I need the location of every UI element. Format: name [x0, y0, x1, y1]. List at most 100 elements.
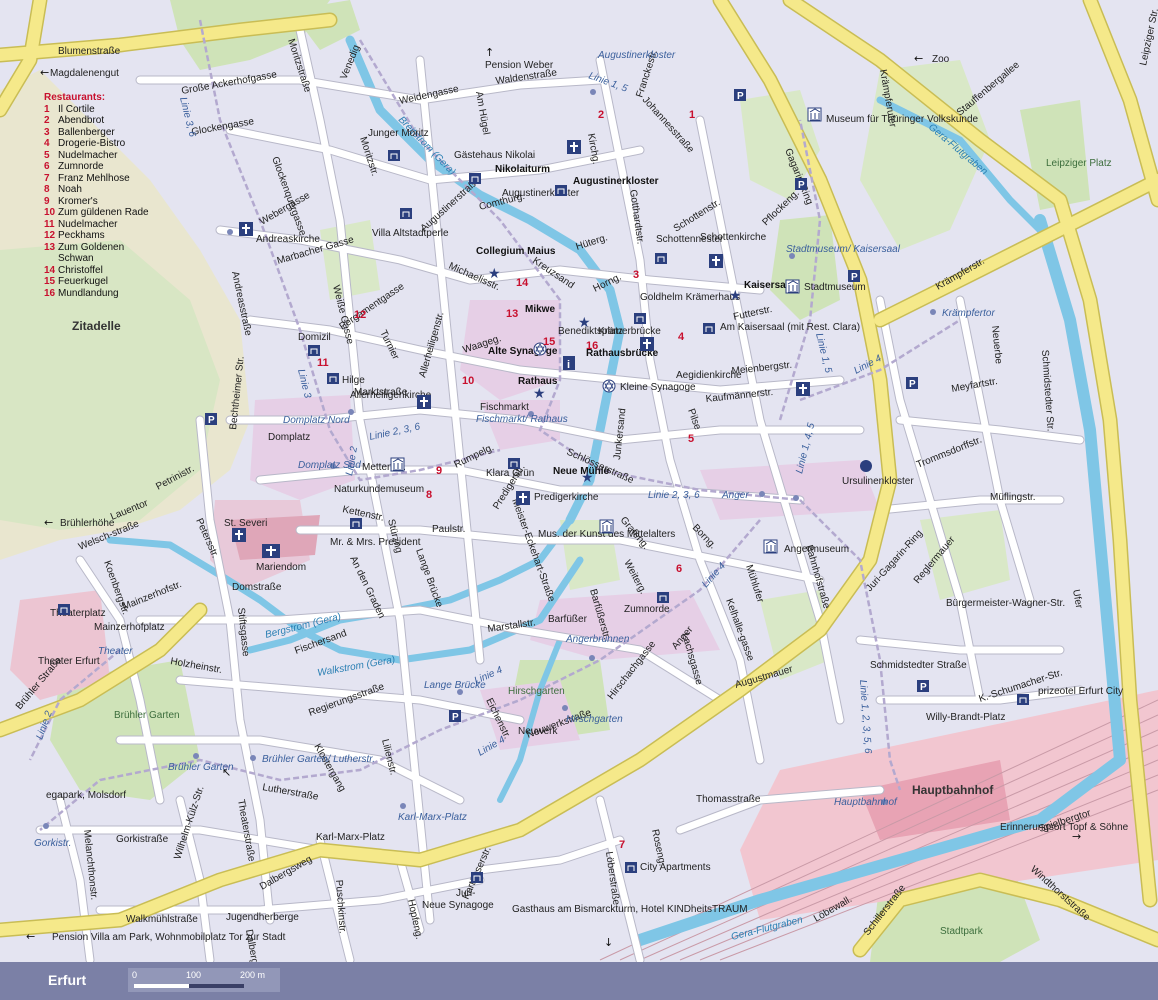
- church-icon[interactable]: [262, 544, 280, 558]
- parking-icon[interactable]: P: [848, 270, 860, 283]
- church-icon[interactable]: [709, 254, 723, 268]
- church-icon[interactable]: [417, 395, 431, 409]
- poi-label: Hirschgarten: [566, 714, 623, 725]
- restaurant-marker[interactable]: 11: [317, 357, 329, 369]
- svg-text:P: P: [851, 272, 858, 283]
- parking-icon[interactable]: P: [917, 680, 929, 693]
- restaurant-marker[interactable]: 4: [678, 331, 685, 343]
- church-icon[interactable]: [516, 491, 530, 505]
- hotel-icon[interactable]: [58, 604, 70, 615]
- parking-icon[interactable]: P: [906, 377, 918, 390]
- hotel-icon[interactable]: [350, 518, 362, 529]
- hotel-icon[interactable]: [703, 323, 715, 334]
- restaurant-marker[interactable]: 3: [633, 269, 639, 281]
- svg-text:★: ★: [581, 470, 594, 486]
- poi-label: Magdalenengut: [50, 68, 119, 79]
- poi-label: Fischmarkt: [480, 402, 529, 413]
- poi-label: Angermuseum: [784, 544, 849, 555]
- legend-item: 8 Noah: [44, 184, 82, 195]
- svg-text:←: ←: [914, 52, 923, 65]
- svg-text:P: P: [909, 379, 916, 390]
- restaurant-marker[interactable]: 5: [688, 433, 694, 445]
- hotel-icon[interactable]: [655, 253, 667, 264]
- poi-label: Gasthaus am Bismarckturm, Hotel KINDheit…: [512, 904, 748, 915]
- church-icon[interactable]: [567, 140, 581, 154]
- hotel-icon[interactable]: [327, 373, 339, 384]
- restaurant-marker[interactable]: 15: [543, 336, 555, 348]
- poi-label: Krämerbrücke: [598, 326, 661, 337]
- hotel-icon[interactable]: [634, 313, 646, 324]
- poi-label: Hirschgarten: [508, 686, 565, 697]
- synagogue-icon[interactable]: [602, 379, 616, 393]
- poi-label: Nikolaiturm: [495, 164, 550, 175]
- legend-item: 5 Nudelmacher: [44, 149, 118, 161]
- parking-icon[interactable]: P: [205, 413, 217, 426]
- restaurant-marker[interactable]: 2: [598, 109, 604, 121]
- restaurant-marker[interactable]: 6: [676, 563, 682, 575]
- poi-label: Am Kaisersaal (mit Rest. Clara): [720, 322, 860, 333]
- street-label: Paulstr.: [432, 524, 465, 535]
- restaurant-marker[interactable]: 14: [516, 277, 529, 289]
- svg-text:P: P: [737, 91, 744, 102]
- legend-header: Restaurants:: [44, 92, 106, 103]
- legend-item: 12 Peckhams: [44, 230, 105, 241]
- scale-tick: 0: [132, 970, 138, 980]
- street-label: Müflingstr.: [990, 492, 1036, 503]
- poi-label: Gorkistr.: [34, 838, 71, 849]
- restaurant-marker[interactable]: 10: [462, 375, 474, 387]
- info-icon[interactable]: i: [563, 356, 575, 371]
- svg-text:P: P: [208, 415, 215, 426]
- svg-text:→: →: [1072, 830, 1081, 843]
- poi-label: Kleine Synagoge: [620, 382, 696, 393]
- museum-icon[interactable]: [390, 457, 405, 472]
- poi-label: Augustinerkloster: [597, 50, 676, 61]
- museum-icon[interactable]: [807, 107, 822, 122]
- hotel-icon[interactable]: [657, 592, 669, 603]
- museum-icon[interactable]: [785, 279, 800, 294]
- scale-bar: 0 100 200 m: [128, 968, 280, 992]
- restaurant-marker[interactable]: 1: [689, 109, 695, 121]
- church-icon[interactable]: [640, 337, 654, 351]
- poi-label: Hauptbahnhof: [834, 797, 898, 808]
- parking-icon[interactable]: P: [734, 89, 746, 102]
- poi-label: Zumnorde: [624, 604, 670, 615]
- poi-label: Ursulinenkloster: [842, 476, 914, 487]
- parking-icon[interactable]: P: [449, 710, 461, 723]
- scale-segment: [134, 984, 189, 988]
- svg-text:P: P: [798, 180, 805, 191]
- hotel-icon[interactable]: [471, 872, 483, 883]
- poi-label: Zoo: [932, 54, 950, 65]
- church-icon[interactable]: [796, 382, 810, 396]
- restaurant-marker[interactable]: 12: [354, 309, 366, 321]
- restaurant-marker[interactable]: 8: [426, 489, 432, 501]
- restaurant-marker[interactable]: 16: [586, 340, 598, 352]
- hotel-icon[interactable]: [469, 173, 481, 184]
- church-icon[interactable]: [239, 222, 253, 236]
- legend-item: 1 Il Cortile: [44, 103, 95, 115]
- church-icon[interactable]: [860, 460, 872, 472]
- poi-label: Willy-Brandt-Platz: [926, 712, 1005, 723]
- parking-icon[interactable]: P: [795, 178, 807, 191]
- hotel-icon[interactable]: [508, 458, 520, 469]
- hotel-icon[interactable]: [1017, 694, 1029, 705]
- hotel-icon[interactable]: [400, 208, 412, 219]
- hotel-icon[interactable]: [555, 185, 567, 196]
- restaurant-marker[interactable]: 7: [619, 839, 625, 851]
- restaurant-marker[interactable]: 9: [436, 465, 442, 477]
- svg-text:←: ←: [26, 930, 35, 943]
- poi-label: St. Severi: [224, 518, 267, 529]
- poi-label: Mainzerhofplatz: [94, 622, 165, 633]
- church-icon[interactable]: [232, 528, 246, 542]
- museum-icon[interactable]: [599, 519, 614, 534]
- hotel-icon[interactable]: [308, 345, 320, 356]
- museum-icon[interactable]: [763, 539, 778, 554]
- poi-label: Collegium Maius: [476, 246, 556, 257]
- hotel-icon[interactable]: [625, 862, 637, 873]
- legend-item: 14 Christoffel: [44, 264, 103, 276]
- hotel-icon[interactable]: [388, 150, 400, 161]
- street-label: Karl-Marx-Platz: [316, 832, 385, 843]
- poi-label: Stadtmuseum/ Kaisersaal: [786, 244, 901, 255]
- svg-text:↖: ↖: [222, 766, 231, 779]
- restaurant-marker[interactable]: 13: [506, 308, 518, 320]
- map-title: Erfurt: [48, 972, 87, 988]
